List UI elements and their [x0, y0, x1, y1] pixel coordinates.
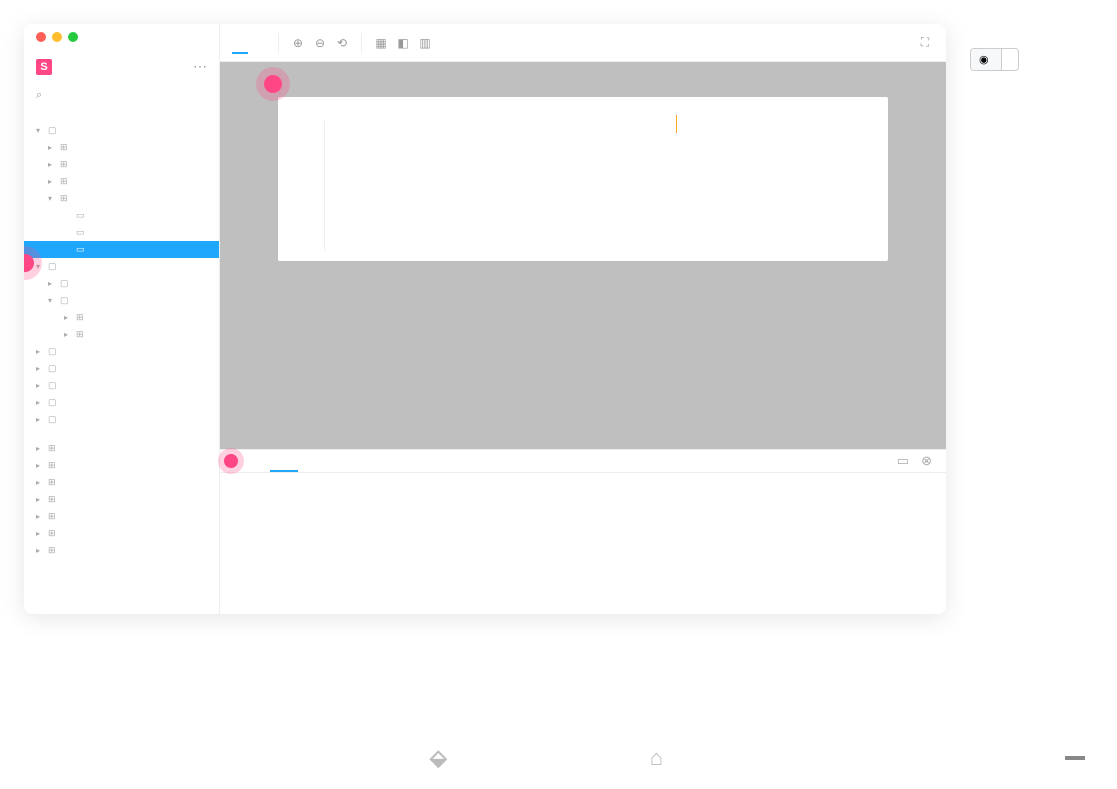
addons-panel: ▭ ⊗ — [220, 449, 946, 614]
trusted-by-row: ⬙ ⌂ — [32, 745, 1085, 771]
toolbar: ⊕ ⊖ ⟲ ▦ ◧ ▥ ⛶ — [220, 24, 946, 62]
highlight-dot — [264, 75, 282, 93]
airbnb-icon: ⌂ — [650, 745, 663, 771]
star-count — [1002, 49, 1018, 70]
sidebar-item-default[interactable]: ▭ — [24, 207, 219, 224]
sidebar-item-linegraph[interactable]: ▸⊞ — [24, 139, 219, 156]
highlight-dot — [224, 454, 238, 468]
zoom-out-icon[interactable]: ⊖ — [311, 34, 329, 52]
grid-icon[interactable]: ▦ — [372, 34, 390, 52]
logo-airbnb: ⌂ — [650, 745, 667, 771]
addon-tab-knobs[interactable] — [242, 451, 270, 471]
sidebar-item-progressbar[interactable]: ▸⊞ — [24, 309, 219, 326]
info-column: ◉ — [970, 0, 1117, 638]
background-icon[interactable]: ◧ — [394, 34, 412, 52]
sidebar-item-progresscircle[interactable]: ▸⊞ — [24, 326, 219, 343]
section-library — [24, 110, 219, 122]
sidebar-item-spinners[interactable]: ▸▢ — [24, 275, 219, 292]
logo-mozilla — [1065, 756, 1085, 760]
github-icon: ◉ — [979, 53, 989, 66]
storybook-icon: S — [36, 59, 52, 75]
tab-docs[interactable] — [252, 33, 268, 53]
addon-tab-accessibility[interactable] — [382, 451, 410, 471]
sidebar-item-badges[interactable]: ▸▢ — [24, 394, 219, 411]
sidebar-item-histogram[interactable]: ▾⊞ — [24, 190, 219, 207]
close-panel-icon[interactable]: ⊗ — [915, 453, 938, 469]
sidebar-item-accountmenu[interactable]: ▸⊞ — [24, 440, 219, 457]
tab-canvas[interactable] — [232, 32, 248, 54]
sidebar-menu-icon[interactable]: ⋯ — [193, 58, 207, 75]
fullscreen-icon[interactable]: ⛶ — [916, 34, 934, 52]
addon-tab-events[interactable] — [298, 451, 326, 471]
sidebar-item-interstitial[interactable]: ▾▢ — [24, 258, 219, 275]
github-star-button[interactable]: ◉ — [970, 48, 1019, 71]
sidebar-item-progress-indicators[interactable]: ▾▢ — [24, 292, 219, 309]
sidebar: S ⋯ ⌕ ▾▢ ▸⊞ ▸⊞ ▸⊞ ▾ — [24, 24, 220, 614]
section-webapp — [24, 428, 219, 440]
sidebar-item-image[interactable]: ▸▢ — [24, 360, 219, 377]
bookmark-icon: ▭ — [76, 210, 88, 221]
bookmark-icon: ▭ — [76, 244, 88, 255]
y-axis — [296, 121, 324, 251]
sidebar-item-empty[interactable]: ▭ — [24, 224, 219, 241]
sidebar-item-buttons[interactable]: ▸▢ — [24, 411, 219, 428]
sidebar-item-piechart[interactable]: ▸⊞ — [24, 156, 219, 173]
logo-dropbox: ⬙ — [430, 745, 451, 771]
canvas-area — [220, 62, 946, 449]
sidebar-item-normalize[interactable]: ▭ — [24, 241, 219, 258]
addon-tab-story[interactable] — [326, 451, 354, 471]
search-icon: ⌕ — [36, 89, 42, 102]
chart-body — [296, 121, 870, 251]
sidebar-item-footer[interactable]: ▸⊞ — [24, 525, 219, 542]
histogram-component — [278, 97, 888, 261]
sidebar-item-activityitem[interactable]: ▸⊞ — [24, 491, 219, 508]
search-input[interactable]: ⌕ — [24, 85, 219, 110]
zoom-reset-icon[interactable]: ⟲ — [333, 34, 351, 52]
sidebar-item-buildlist[interactable]: ▸⊞ — [24, 474, 219, 491]
tree-library: ▾▢ ▸⊞ ▸⊞ ▸⊞ ▾⊞ ▭ ▭ ▭ ▾▢ ▸▢ ▾▢ ▸⊞ ▸⊞ ▸▢ — [24, 122, 219, 428]
addon-tab-notes[interactable] — [354, 451, 382, 471]
sidebar-item-activitylist[interactable]: ▸⊞ — [24, 508, 219, 525]
bars — [324, 121, 870, 251]
tree-webapp: ▸⊞ ▸⊞ ▸⊞ ▸⊞ ▸⊞ ▸⊞ ▸⊞ — [24, 440, 219, 559]
viewport-icon[interactable]: ▥ — [416, 34, 434, 52]
addon-tab-actions[interactable] — [270, 450, 298, 472]
main-pane: ⊕ ⊖ ⟲ ▦ ◧ ▥ ⛶ ☟ — [220, 24, 946, 614]
sidebar-item-charts[interactable]: ▾▢ — [24, 122, 219, 139]
storybook-window: S ⋯ ⌕ ▾▢ ▸⊞ ▸⊞ ▸⊞ ▾ — [24, 24, 946, 614]
zoom-in-icon[interactable]: ⊕ — [289, 34, 307, 52]
sidebar-item-tooltips[interactable]: ▸▢ — [24, 377, 219, 394]
actions-log — [220, 473, 946, 501]
sidebar-item-sparkline[interactable]: ▸⊞ — [24, 173, 219, 190]
app-logo: S — [36, 59, 58, 75]
orientation-icon[interactable]: ▭ — [891, 453, 915, 469]
sidebar-item-modal[interactable]: ▸▢ — [24, 343, 219, 360]
sidebar-item-builditem[interactable]: ▸⊞ — [24, 457, 219, 474]
sidebar-item-header[interactable]: ▸⊞ — [24, 542, 219, 559]
bookmark-icon: ▭ — [76, 227, 88, 238]
dropbox-icon: ⬙ — [430, 745, 447, 771]
